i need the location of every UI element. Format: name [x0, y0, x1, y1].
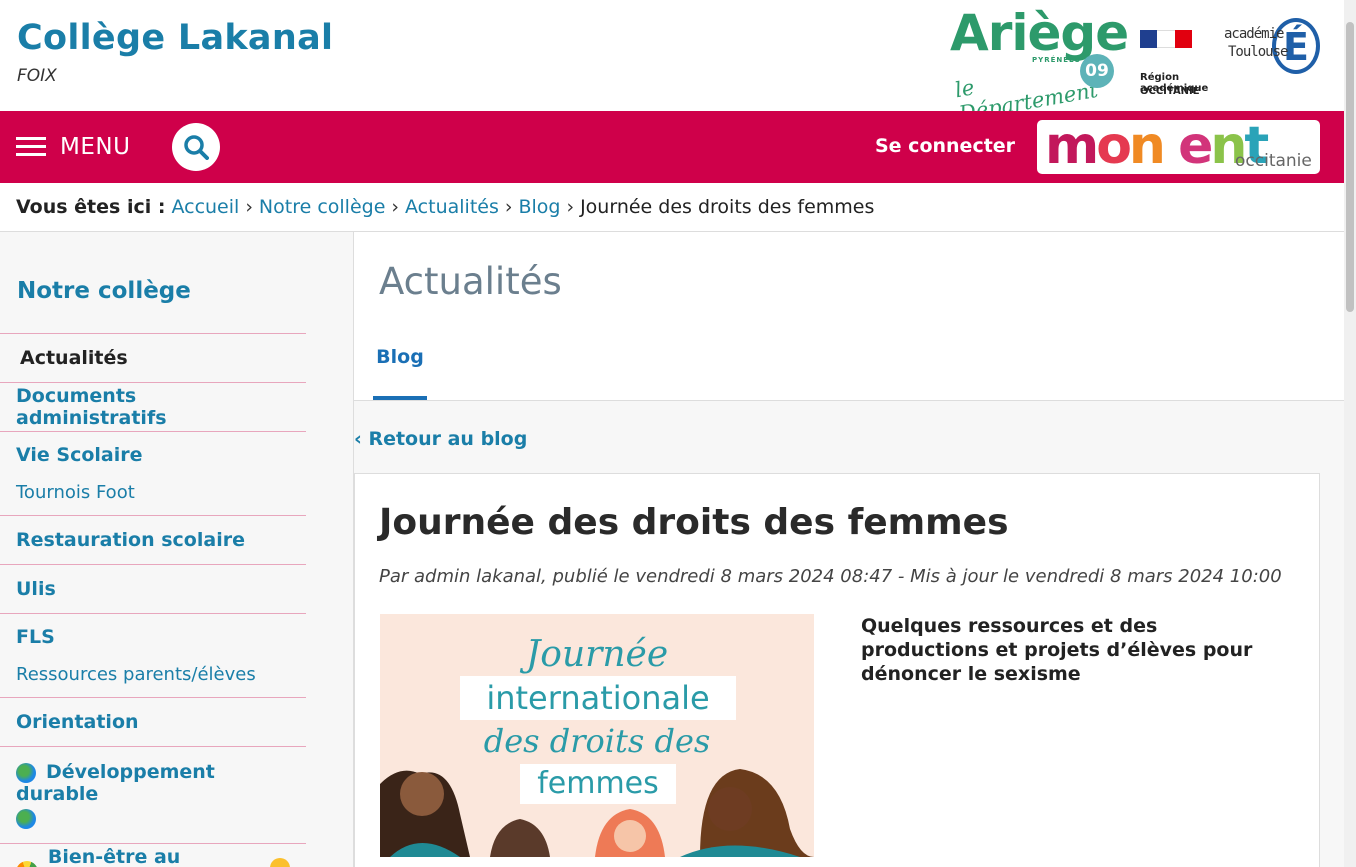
breadcrumb-separator: ›	[504, 196, 513, 218]
breadcrumb-link-accueil[interactable]: Accueil	[171, 196, 239, 218]
breadcrumb-separator: ›	[391, 196, 400, 218]
back-to-blog-link[interactable]: ‹ Retour au blog	[354, 428, 527, 450]
breadcrumb-label: Vous êtes ici :	[16, 196, 166, 218]
academie-toulouse-logo[interactable]: É académie Toulouse	[1222, 4, 1326, 76]
sidebar-item-developpement-durable[interactable]: Développement durable	[0, 746, 306, 843]
ent-logo-word: mon ent	[1045, 116, 1269, 176]
sidebar: Notre collège Actualités Documents admin…	[0, 232, 354, 867]
breadcrumb-separator: ›	[566, 196, 575, 218]
sidebar-item-actualites[interactable]: Actualités	[0, 333, 306, 382]
region-line2: OCCITANIE	[1140, 86, 1200, 97]
smiley-icon	[270, 858, 290, 867]
article-image[interactable]: Journée internationale des droits des fe…	[380, 614, 814, 857]
breadcrumb-link-notre-college[interactable]: Notre collège	[259, 196, 385, 218]
sidebar-item-vie-scolaire[interactable]: Vie Scolaire Tournois Foot	[0, 431, 306, 515]
sidebar-menu: Actualités Documents administratifs Vie …	[0, 333, 306, 867]
sidebar-item-label[interactable]: Vie Scolaire	[16, 444, 143, 466]
login-link[interactable]: Se connecter	[875, 135, 1015, 157]
academie-line1: académie	[1224, 26, 1284, 42]
breadcrumb-current: Journée des droits des femmes	[580, 196, 875, 218]
sidebar-item-label: Bien-être au collège	[47, 846, 181, 867]
sidebar-item-restauration-scolaire[interactable]: Restauration scolaire	[0, 515, 306, 564]
sidebar-subitem-tournois-foot[interactable]: Tournois Foot	[16, 482, 135, 503]
site-title[interactable]: Collège Lakanal	[17, 18, 333, 58]
ent-logo-sub: occitanie	[1235, 151, 1312, 171]
article-title: Journée des droits des femmes	[379, 502, 1009, 543]
hamburger-icon	[16, 137, 46, 157]
breadcrumb-link-blog[interactable]: Blog	[518, 196, 560, 218]
search-icon	[184, 135, 209, 160]
breadcrumb-separator: ›	[245, 196, 253, 218]
section-title: Actualités	[379, 260, 562, 303]
tab-blog[interactable]: Blog	[373, 334, 427, 400]
rainbow-icon	[16, 861, 38, 867]
sidebar-item-label[interactable]: FLS	[16, 626, 55, 648]
page-scrollbar[interactable]	[1344, 0, 1356, 867]
breadcrumb: Vous êtes ici : Accueil › Notre collège …	[0, 183, 1344, 232]
breadcrumb-link-actualites[interactable]: Actualités	[405, 196, 499, 218]
sidebar-item-label: Développement durable	[16, 761, 215, 805]
women-illustration	[380, 769, 814, 857]
mon-ent-occitanie-logo[interactable]: mon ent occitanie	[1037, 116, 1320, 176]
sidebar-subitem-ressources[interactable]: Ressources parents/élèves	[16, 664, 256, 685]
menu-label: MENU	[60, 134, 131, 160]
academie-line2: Toulouse	[1228, 44, 1288, 60]
sidebar-item-orientation[interactable]: Orientation	[0, 697, 306, 746]
article-card: Journée des droits des femmes Par admin …	[354, 473, 1320, 867]
section-header: Actualités Blog	[354, 232, 1344, 401]
sidebar-item-bien-etre[interactable]: Bien-être au collège	[0, 843, 306, 867]
french-flag-icon	[1140, 30, 1192, 48]
ariege-logo-number: 09	[1080, 54, 1114, 88]
ariege-logo[interactable]: Ariège PYRÉNÉES le Département 09	[950, 4, 1129, 126]
site-subtitle: FOIX	[17, 66, 57, 86]
menu-button[interactable]: MENU	[16, 131, 130, 163]
site-header: Collège Lakanal FOIX Ariège PYRÉNÉES le …	[0, 0, 1344, 126]
globe-icon	[16, 809, 36, 829]
sidebar-item-ulis[interactable]: Ulis	[0, 564, 306, 613]
article-meta: Par admin lakanal, publié le vendredi 8 …	[379, 566, 1282, 587]
search-button[interactable]	[172, 123, 220, 171]
sidebar-item-fls[interactable]: FLS Ressources parents/élèves	[0, 613, 306, 697]
scrollbar-thumb[interactable]	[1346, 22, 1354, 312]
sidebar-title[interactable]: Notre collège	[17, 278, 191, 304]
main-navbar: MENU Se connecter mon ent occitanie	[0, 111, 1344, 183]
globe-icon	[16, 762, 36, 783]
sidebar-item-documents-administratifs[interactable]: Documents administratifs	[0, 382, 306, 431]
article-lead: Quelques ressources et des productions e…	[861, 615, 1253, 685]
